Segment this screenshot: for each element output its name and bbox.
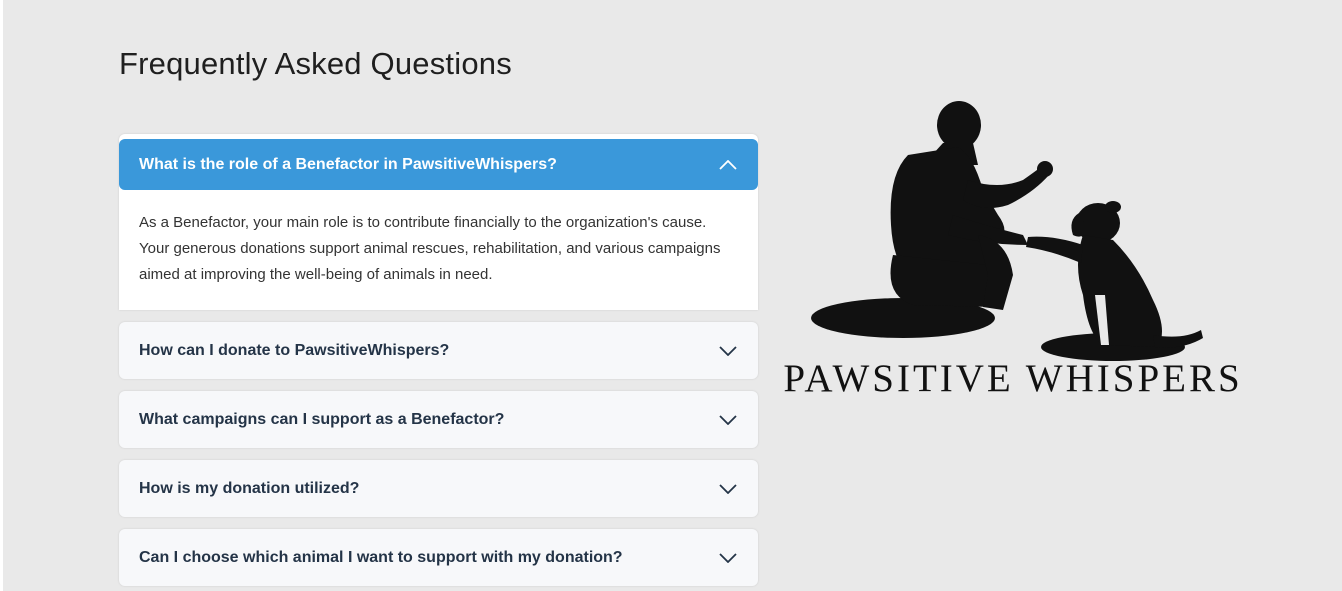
faq-header[interactable]: Can I choose which animal I want to supp… bbox=[119, 529, 758, 586]
faq-question: How is my donation utilized? bbox=[139, 479, 360, 497]
faq-question: What campaigns can I support as a Benefa… bbox=[139, 410, 505, 428]
faq-header[interactable]: What campaigns can I support as a Benefa… bbox=[119, 391, 758, 448]
faq-question: What is the role of a Benefactor in Paws… bbox=[139, 155, 557, 173]
logo-text: PAWSITIVE WHISPERS bbox=[783, 357, 1242, 400]
faq-item-how-donate: How can I donate to PawsitiveWhispers? bbox=[119, 322, 758, 379]
faq-question: How can I donate to PawsitiveWhispers? bbox=[139, 341, 450, 359]
chevron-down-icon[interactable] bbox=[718, 410, 738, 430]
faq-header[interactable]: What is the role of a Benefactor in Paws… bbox=[119, 139, 758, 190]
faq-item-choose-animal: Can I choose which animal I want to supp… bbox=[119, 529, 758, 586]
chevron-up-icon[interactable] bbox=[718, 155, 738, 175]
faq-question: Can I choose which animal I want to supp… bbox=[139, 548, 623, 566]
faq-item-benefactor-role: What is the role of a Benefactor in Paws… bbox=[119, 134, 758, 310]
chevron-down-icon[interactable] bbox=[718, 479, 738, 499]
page: Frequently Asked Questions What is the r… bbox=[0, 0, 1342, 591]
chevron-down-icon[interactable] bbox=[718, 548, 738, 568]
faq-header[interactable]: How can I donate to PawsitiveWhispers? bbox=[119, 322, 758, 379]
chevron-down-icon[interactable] bbox=[718, 341, 738, 361]
faq-item-campaigns: What campaigns can I support as a Benefa… bbox=[119, 391, 758, 448]
faq-item-donation-use: How is my donation utilized? bbox=[119, 460, 758, 517]
faq-answer: As a Benefactor, your main role is to co… bbox=[139, 214, 721, 283]
faq-header[interactable]: How is my donation utilized? bbox=[119, 460, 758, 517]
faq-list: What is the role of a Benefactor in Paws… bbox=[119, 134, 758, 591]
page-title: Frequently Asked Questions bbox=[119, 46, 512, 81]
logo: PAWSITIVE WHISPERS bbox=[783, 95, 1243, 405]
man-and-dog-silhouette-icon: PAWSITIVE WHISPERS bbox=[783, 101, 1242, 400]
